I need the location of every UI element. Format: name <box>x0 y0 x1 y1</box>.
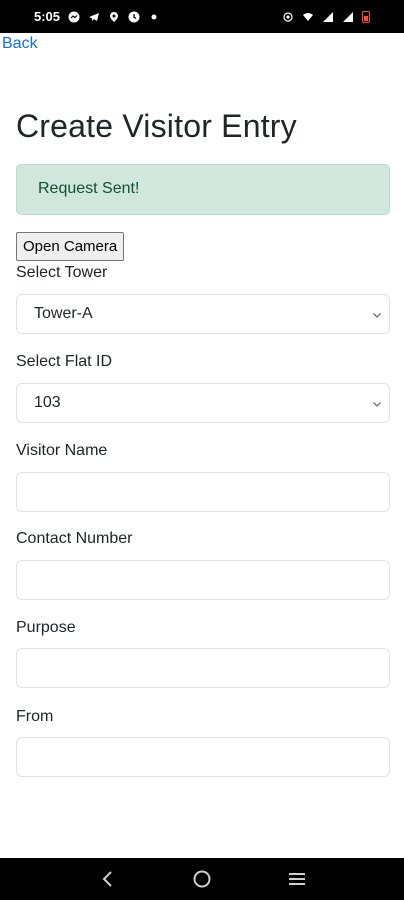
contact-number-label: Contact Number <box>16 530 133 547</box>
visitor-name-label: Visitor Name <box>16 442 108 459</box>
contact-number-input[interactable] <box>16 560 390 600</box>
from-input[interactable] <box>16 737 390 777</box>
flat-select-value: 103 <box>34 394 61 411</box>
telegram-icon <box>88 11 100 23</box>
tower-select[interactable]: Tower-A <box>16 294 390 334</box>
from-label: From <box>16 708 54 725</box>
chevron-down-icon <box>371 397 383 409</box>
nav-back-icon[interactable] <box>95 867 119 891</box>
dot-icon <box>148 11 160 23</box>
nav-home-icon[interactable] <box>190 867 214 891</box>
system-nav-bar <box>0 858 404 900</box>
signal-2-icon <box>342 11 354 23</box>
signal-icon <box>322 11 334 23</box>
messenger-icon <box>68 11 80 23</box>
location-icon <box>108 11 120 23</box>
battery-icon <box>362 10 370 23</box>
page-title: Create Visitor Entry <box>16 108 297 144</box>
purpose-label: Purpose <box>16 619 76 636</box>
back-link[interactable]: Back <box>2 35 38 53</box>
nav-menu-icon[interactable] <box>285 867 309 891</box>
flat-select[interactable]: 103 <box>16 383 390 423</box>
clock-icon <box>128 11 140 23</box>
chevron-down-icon <box>371 308 383 320</box>
success-alert-text: Request Sent! <box>38 180 140 197</box>
status-right <box>282 10 370 23</box>
visitor-name-input[interactable] <box>16 472 390 512</box>
select-tower-label: Select Tower <box>16 264 108 281</box>
purpose-input[interactable] <box>16 648 390 688</box>
wifi-icon <box>302 11 314 23</box>
hotspot-icon <box>282 11 294 23</box>
status-left: 5:05 <box>34 9 160 24</box>
success-alert: Request Sent! <box>16 164 390 215</box>
status-bar: 5:05 <box>0 0 404 33</box>
open-camera-button[interactable]: Open Camera <box>16 232 125 261</box>
select-flat-label: Select Flat ID <box>16 353 113 370</box>
status-time: 5:05 <box>34 9 61 24</box>
tower-select-value: Tower-A <box>34 305 93 322</box>
